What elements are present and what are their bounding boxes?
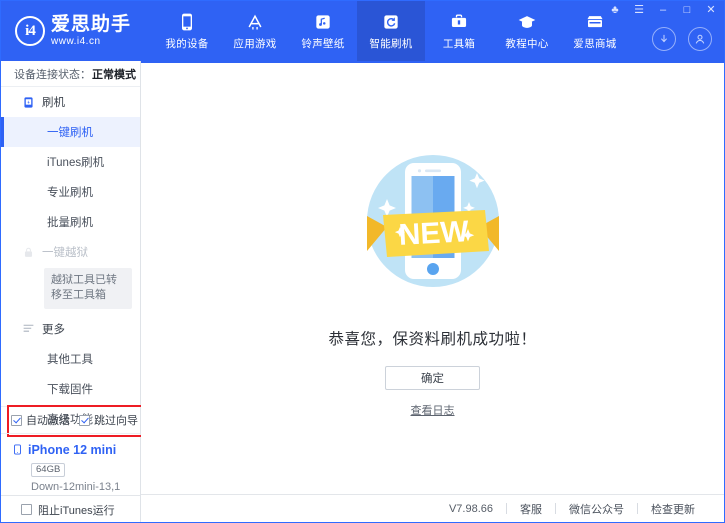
music-icon xyxy=(313,12,333,32)
wechat-account-link[interactable]: 微信公众号 xyxy=(556,501,637,517)
block-itunes-option[interactable]: 阻止iTunes运行 xyxy=(1,495,140,523)
nav-item-my-device[interactable]: 我的设备 xyxy=(153,1,221,61)
app-title: 爱思助手 xyxy=(51,15,131,34)
sidebar-item-batch-flash[interactable]: 批量刷机 xyxy=(1,207,140,237)
i4-assistant-window: i4 爱思助手 www.i4.cn 我的设备 xyxy=(0,0,725,523)
appstore-icon xyxy=(245,12,265,32)
block-itunes-label: 阻止iTunes运行 xyxy=(38,502,115,518)
nav-label: 智能刷机 xyxy=(369,36,412,51)
refresh-icon xyxy=(381,12,401,32)
sidebar-item-label: 下载固件 xyxy=(47,381,93,397)
connection-status-label: 设备连接状态： xyxy=(14,66,91,82)
download-glyph xyxy=(657,32,671,46)
title-bar: i4 爱思助手 www.i4.cn 我的设备 xyxy=(1,1,724,61)
app-logo: i4 爱思助手 www.i4.cn xyxy=(15,15,131,47)
sidebar-item-one-key-jailbreak: 一键越狱 xyxy=(1,237,140,267)
skip-wizard-checkbox[interactable] xyxy=(79,415,90,426)
window-controls: ♣ ☰ – □ ✕ xyxy=(608,3,718,17)
auto-activate-label: 自动激活 xyxy=(26,412,70,428)
nav-item-ringtones-wallpaper[interactable]: 铃声壁纸 xyxy=(289,1,357,61)
toolbox-icon xyxy=(449,12,469,32)
nav-label: 工具箱 xyxy=(443,36,475,51)
account-glyph xyxy=(693,32,707,46)
lock-icon xyxy=(22,246,35,259)
jailbreak-tooltip: 越狱工具已转移至工具箱 xyxy=(44,268,132,309)
sidebar-item-label: 专业刷机 xyxy=(47,184,93,200)
sidebar-item-label: 批量刷机 xyxy=(47,214,93,230)
main-content: NEW 恭喜您，保资料刷机成功啦！ 确定 查看日志 xyxy=(141,61,724,495)
version-label: V7.98.66 xyxy=(436,503,506,515)
device-capacity-badge: 64GB xyxy=(31,463,65,477)
download-icon[interactable] xyxy=(652,27,676,51)
nav-item-smart-flash[interactable]: 智能刷机 xyxy=(357,1,425,61)
device-name-row: iPhone 12 mini xyxy=(12,442,140,457)
maximize-icon[interactable]: □ xyxy=(680,3,694,17)
nav-label: 应用游戏 xyxy=(233,36,276,51)
sidebar-item-label: 其他工具 xyxy=(47,351,93,367)
sidebar-group-label: 刷机 xyxy=(42,94,65,110)
sidebar-item-label: iTunes刷机 xyxy=(47,154,104,170)
skin-icon[interactable]: ♣ xyxy=(608,3,622,17)
sidebar-item-label: 一键刷机 xyxy=(47,124,93,140)
device-info: iPhone 12 mini 64GB Down-12mini-13,1 xyxy=(1,433,140,495)
check-update-link[interactable]: 检查更新 xyxy=(638,501,708,517)
sidebar: 设备连接状态：正常模式 刷机 一键刷机 iTunes刷机 专业刷机 批量刷机 xyxy=(1,61,141,523)
flash-options-row: 自动激活 跳过向导 xyxy=(1,406,140,433)
nav-item-apps-games[interactable]: 应用游戏 xyxy=(221,1,289,61)
list-icon xyxy=(22,322,35,335)
customer-service-link[interactable]: 客服 xyxy=(507,501,555,517)
phone-icon xyxy=(12,442,23,457)
skip-wizard-option[interactable]: 跳过向导 xyxy=(79,412,138,428)
sidebar-item-label: 一键越狱 xyxy=(42,244,88,260)
nav-item-tutorials[interactable]: 教程中心 xyxy=(493,1,561,61)
flash-phone-icon xyxy=(22,96,35,109)
nav-label: 教程中心 xyxy=(505,36,548,51)
view-log-link[interactable]: 查看日志 xyxy=(411,402,455,418)
phone-icon xyxy=(177,12,197,32)
connection-status: 设备连接状态：正常模式 xyxy=(1,61,140,87)
device-name: iPhone 12 mini xyxy=(28,443,116,457)
shop-icon xyxy=(585,12,605,32)
sidebar-item-pro-flash[interactable]: 专业刷机 xyxy=(1,177,140,207)
block-itunes-checkbox[interactable] xyxy=(21,504,32,515)
minimize-icon[interactable]: – xyxy=(656,3,670,17)
svg-text:NEW: NEW xyxy=(397,215,469,252)
close-icon[interactable]: ✕ xyxy=(704,3,718,17)
auto-activate-option[interactable]: 自动激活 xyxy=(11,412,70,428)
menu-icon[interactable]: ☰ xyxy=(632,3,646,17)
app-url: www.i4.cn xyxy=(51,37,131,47)
sidebar-group-flash: 刷机 xyxy=(1,87,140,117)
logo-mark: i4 xyxy=(25,23,35,40)
skip-wizard-label: 跳过向导 xyxy=(94,412,138,428)
nav-item-toolbox[interactable]: 工具箱 xyxy=(425,1,493,61)
sidebar-group-more: 更多 xyxy=(1,314,140,344)
main-nav: 我的设备 应用游戏 铃声壁纸 xyxy=(153,1,629,61)
auto-activate-checkbox[interactable] xyxy=(11,415,22,426)
top-right-actions xyxy=(652,27,712,51)
success-message: 恭喜您，保资料刷机成功啦！ xyxy=(328,327,536,349)
nav-label: 我的设备 xyxy=(165,36,208,51)
graduation-icon xyxy=(517,12,537,32)
sidebar-item-download-firmware[interactable]: 下载固件 xyxy=(1,374,140,404)
account-icon[interactable] xyxy=(688,27,712,51)
nav-label: 爱思商城 xyxy=(573,36,616,51)
sidebar-group-label: 更多 xyxy=(42,321,65,337)
status-bar: V7.98.66 客服 微信公众号 检查更新 xyxy=(141,494,724,522)
sidebar-item-other-tools[interactable]: 其他工具 xyxy=(1,344,140,374)
sidebar-item-itunes-flash[interactable]: iTunes刷机 xyxy=(1,147,140,177)
sidebar-item-one-key-flash[interactable]: 一键刷机 xyxy=(1,117,140,147)
connection-status-value: 正常模式 xyxy=(92,66,136,82)
nav-label: 铃声壁纸 xyxy=(301,36,344,51)
confirm-button[interactable]: 确定 xyxy=(385,366,480,390)
device-model: Down-12mini-13,1 xyxy=(31,481,140,493)
i4-logo-icon: i4 xyxy=(15,16,45,46)
new-badge-phone-illustration: NEW xyxy=(343,131,523,311)
